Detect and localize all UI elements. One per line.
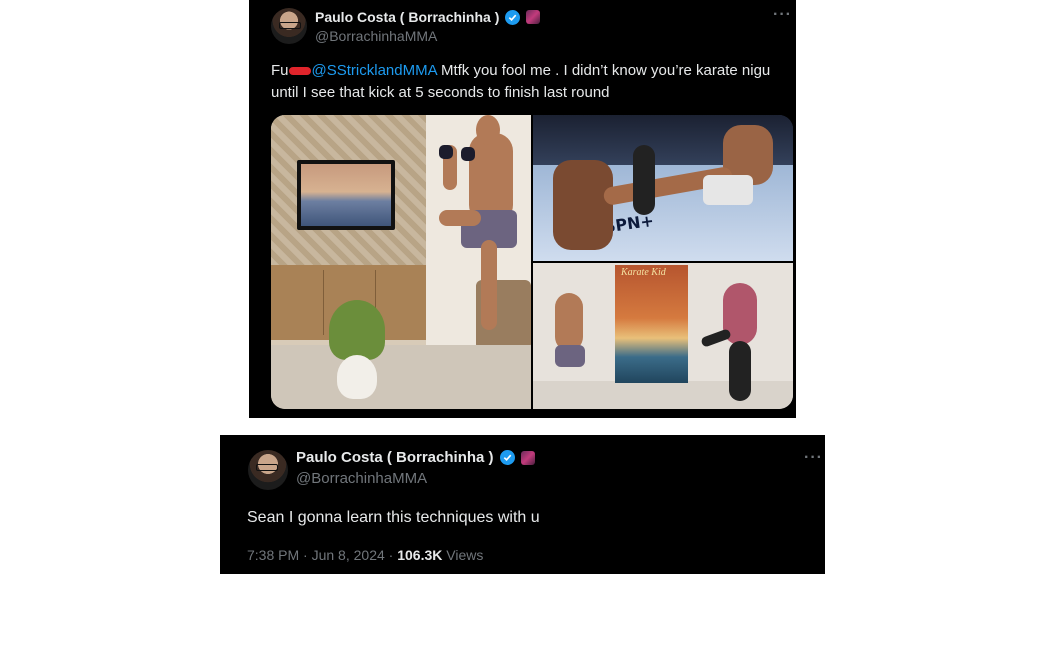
author-name-row: Paulo Costa ( Borrachinha ) <box>315 9 541 25</box>
tweet-meta: 7:38 PM · Jun 8, 2024 · 106.3K Views <box>247 547 483 563</box>
tv-frame <box>297 160 395 230</box>
media-grid: ESPN+ Karate Kid <box>271 115 793 409</box>
media-image-room-kick[interactable] <box>271 115 531 409</box>
shelf <box>533 381 793 409</box>
verified-badge-icon <box>499 450 515 465</box>
fighter-shorts <box>555 345 585 367</box>
verified-badge-icon <box>505 9 521 25</box>
censor-mark <box>288 67 311 76</box>
org-affiliation-icon[interactable] <box>520 450 535 465</box>
tweet-text: Fu @SStricklandMMA Mtfk you fool me . I d… <box>271 60 781 104</box>
views-count[interactable]: 106.3K <box>397 547 442 563</box>
tweet-text: Sean I gonna learn this techniques with … <box>247 509 540 526</box>
fighter-glove <box>461 147 475 161</box>
meta-separator: · <box>299 547 312 563</box>
rug <box>271 345 531 409</box>
more-options-icon[interactable]: ··· <box>804 450 823 466</box>
author-name-row: Paulo Costa ( Borrachinha ) <box>296 449 535 466</box>
more-options-icon[interactable]: ··· <box>773 7 792 23</box>
screenshot-page: Paulo Costa ( Borrachinha ) @Borrachinha… <box>0 0 1045 653</box>
tweet-date[interactable]: Jun 8, 2024 <box>312 547 385 563</box>
fighter-knee <box>439 210 481 226</box>
avatar[interactable] <box>248 450 288 490</box>
author-display-name[interactable]: Paulo Costa ( Borrachinha ) <box>315 9 499 25</box>
tweet-card[interactable]: Paulo Costa ( Borrachinha ) @Borrachinha… <box>220 435 825 574</box>
fighter-head <box>476 115 500 145</box>
plant-pot <box>337 355 377 399</box>
fighter-glove <box>439 145 453 159</box>
org-affiliation-icon[interactable] <box>526 10 541 24</box>
author-display-name[interactable]: Paulo Costa ( Borrachinha ) <box>296 449 494 466</box>
tv-screen <box>301 164 391 226</box>
mention-link[interactable]: @SStricklandMMA <box>312 62 437 79</box>
fighter-figure <box>555 293 583 351</box>
views-label: Views <box>442 547 484 563</box>
referee <box>633 145 655 215</box>
media-image-octagon-kick[interactable]: ESPN+ <box>533 115 793 261</box>
meta-separator: · <box>384 547 398 563</box>
karate-kick-leg <box>700 328 732 348</box>
tweet-text-prefix: Fu <box>271 62 289 79</box>
cabinet-divider <box>323 270 324 335</box>
fighter-leg <box>481 240 497 330</box>
avatar[interactable] <box>271 8 307 44</box>
fighter-shorts <box>703 175 753 205</box>
plant <box>329 300 385 360</box>
media-image-karate-kid[interactable]: Karate Kid <box>533 263 793 409</box>
poster-title: Karate Kid <box>621 267 666 278</box>
fighter-left <box>553 160 613 250</box>
tweet-card[interactable]: Paulo Costa ( Borrachinha ) @Borrachinha… <box>249 0 796 418</box>
author-handle[interactable]: @BorrachinhaMMA <box>315 28 437 44</box>
karate-figure-legs <box>729 341 751 401</box>
tweet-time[interactable]: 7:38 PM <box>247 547 299 563</box>
movie-poster: Karate Kid <box>615 265 688 383</box>
author-handle[interactable]: @BorrachinhaMMA <box>296 470 427 487</box>
